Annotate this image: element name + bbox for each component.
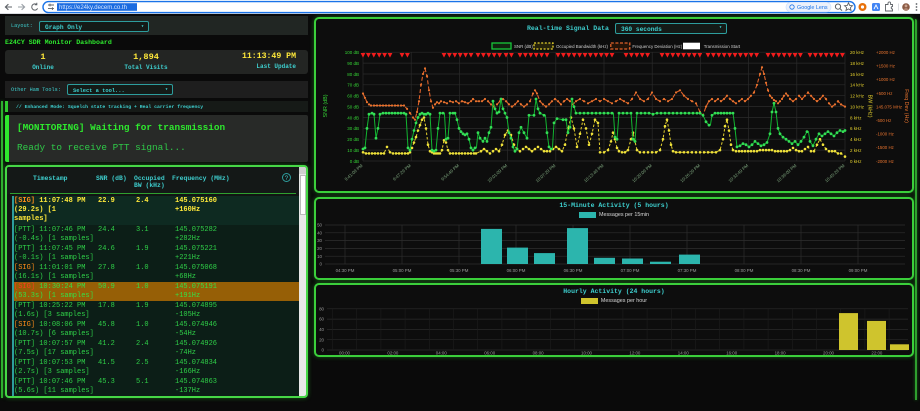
- svg-text:07:30 PM: 07:30 PM: [678, 268, 697, 273]
- svg-text:16:00: 16:00: [726, 351, 738, 356]
- svg-text:40: 40: [319, 327, 324, 332]
- svg-text:9:41:09 PM: 9:41:09 PM: [344, 163, 364, 182]
- svg-text:Google Lens: Google Lens: [797, 5, 828, 11]
- svg-text:+1000 Hz: +1000 Hz: [876, 77, 895, 82]
- svg-text:0 kHz: 0 kHz: [850, 159, 862, 164]
- svg-text:05:00 PM: 05:00 PM: [393, 268, 412, 273]
- svg-text:10:01:09 PM: 10:01:09 PM: [486, 163, 508, 184]
- svg-text:09:00 PM: 09:00 PM: [849, 268, 868, 273]
- svg-text:100 dB: 100 dB: [345, 50, 359, 55]
- svg-text:08:00: 08:00: [533, 351, 545, 356]
- svg-text:60 dB: 60 dB: [347, 94, 359, 99]
- svg-text:-1000 Hz: -1000 Hz: [876, 132, 894, 137]
- svg-text:05:30 PM: 05:30 PM: [450, 268, 469, 273]
- svg-text:02:00: 02:00: [387, 351, 399, 356]
- svg-text:04:30 PM: 04:30 PM: [336, 268, 355, 273]
- svg-text:10:13:49 PM: 10:13:49 PM: [583, 163, 605, 184]
- svg-text:12:00: 12:00: [629, 351, 641, 356]
- svg-text:50 dB: 50 dB: [347, 104, 359, 109]
- svg-text:40: 40: [317, 230, 322, 235]
- svg-text:80 dB: 80 dB: [347, 72, 359, 77]
- svg-text:40 dB: 40 dB: [347, 115, 359, 120]
- svg-text:14 kHz: 14 kHz: [850, 83, 865, 88]
- svg-text:-2000 Hz: -2000 Hz: [876, 159, 894, 164]
- svg-text:20 kHz: 20 kHz: [850, 50, 865, 55]
- svg-text:80: 80: [319, 306, 324, 311]
- svg-text:10 dB: 10 dB: [347, 148, 359, 153]
- svg-text:08:30 PM: 08:30 PM: [792, 268, 811, 273]
- svg-text:20 dB: 20 dB: [347, 137, 359, 142]
- svg-text:20:00: 20:00: [823, 351, 835, 356]
- svg-text:2 kHz: 2 kHz: [850, 148, 862, 153]
- svg-text:10:45:29 PM: 10:45:29 PM: [824, 163, 846, 184]
- svg-text:8 kHz: 8 kHz: [850, 115, 862, 120]
- svg-text:-500 Hz: -500 Hz: [876, 118, 891, 123]
- svg-text:14:00: 14:00: [678, 351, 690, 356]
- svg-text:BW (kHz): BW (kHz): [867, 94, 873, 117]
- svg-text:-1500 Hz: -1500 Hz: [876, 145, 894, 150]
- svg-text:90 dB: 90 dB: [347, 61, 359, 66]
- svg-text:+500 Hz: +500 Hz: [876, 91, 892, 96]
- svg-text:+1500 Hz: +1500 Hz: [876, 64, 895, 69]
- svg-text:9:54:49 PM: 9:54:49 PM: [440, 163, 460, 182]
- svg-text:30: 30: [317, 238, 322, 243]
- svg-text:20: 20: [317, 246, 322, 251]
- svg-text:04:00: 04:00: [436, 351, 448, 356]
- svg-text:18 kHz: 18 kHz: [850, 61, 865, 66]
- svg-text:20: 20: [319, 337, 324, 342]
- svg-text:+2000 Hz: +2000 Hz: [876, 50, 895, 55]
- svg-text:10 kHz: 10 kHz: [850, 104, 865, 109]
- svg-text:0: 0: [320, 262, 323, 267]
- svg-text:Freq Dev (Hz): Freq Dev (Hz): [903, 89, 909, 123]
- svg-text:10:39:09 PM: 10:39:09 PM: [776, 163, 798, 184]
- svg-text:60: 60: [319, 317, 324, 322]
- svg-text:10:00: 10:00: [581, 351, 593, 356]
- svg-text:07:00 PM: 07:00 PM: [621, 268, 640, 273]
- svg-text:06:00: 06:00: [484, 351, 496, 356]
- svg-text:https://e24ky.decem.co.th: https://e24ky.decem.co.th: [59, 5, 127, 11]
- svg-text:08:00 PM: 08:00 PM: [735, 268, 754, 273]
- svg-text:06:00 PM: 06:00 PM: [507, 268, 526, 273]
- svg-text:SNR (dB): SNR (dB): [323, 94, 329, 117]
- svg-text:0 dB: 0 dB: [350, 159, 359, 164]
- svg-text:10: 10: [317, 254, 322, 259]
- svg-text:10:20:09 PM: 10:20:09 PM: [631, 163, 653, 184]
- svg-text:145.075 MHz: 145.075 MHz: [876, 104, 902, 109]
- svg-text:30 dB: 30 dB: [347, 126, 359, 131]
- svg-text:70 dB: 70 dB: [347, 83, 359, 88]
- svg-text:16 kHz: 16 kHz: [850, 72, 865, 77]
- svg-text:10:26:29 PM: 10:26:29 PM: [679, 163, 701, 184]
- svg-text:50: 50: [317, 223, 322, 228]
- svg-text:22:00: 22:00: [871, 351, 883, 356]
- svg-text:10:32:49 PM: 10:32:49 PM: [727, 163, 749, 184]
- svg-text:6 kHz: 6 kHz: [850, 126, 862, 131]
- svg-text:12 kHz: 12 kHz: [850, 94, 865, 99]
- svg-text:18:00: 18:00: [775, 351, 787, 356]
- svg-text:00:00: 00:00: [339, 351, 351, 356]
- svg-text:9:47:29 PM: 9:47:29 PM: [392, 163, 412, 182]
- svg-text:0: 0: [322, 348, 325, 353]
- svg-text:06:30 PM: 06:30 PM: [564, 268, 583, 273]
- svg-text:4 kHz: 4 kHz: [850, 137, 862, 142]
- svg-text:10:07:29 PM: 10:07:29 PM: [535, 163, 557, 184]
